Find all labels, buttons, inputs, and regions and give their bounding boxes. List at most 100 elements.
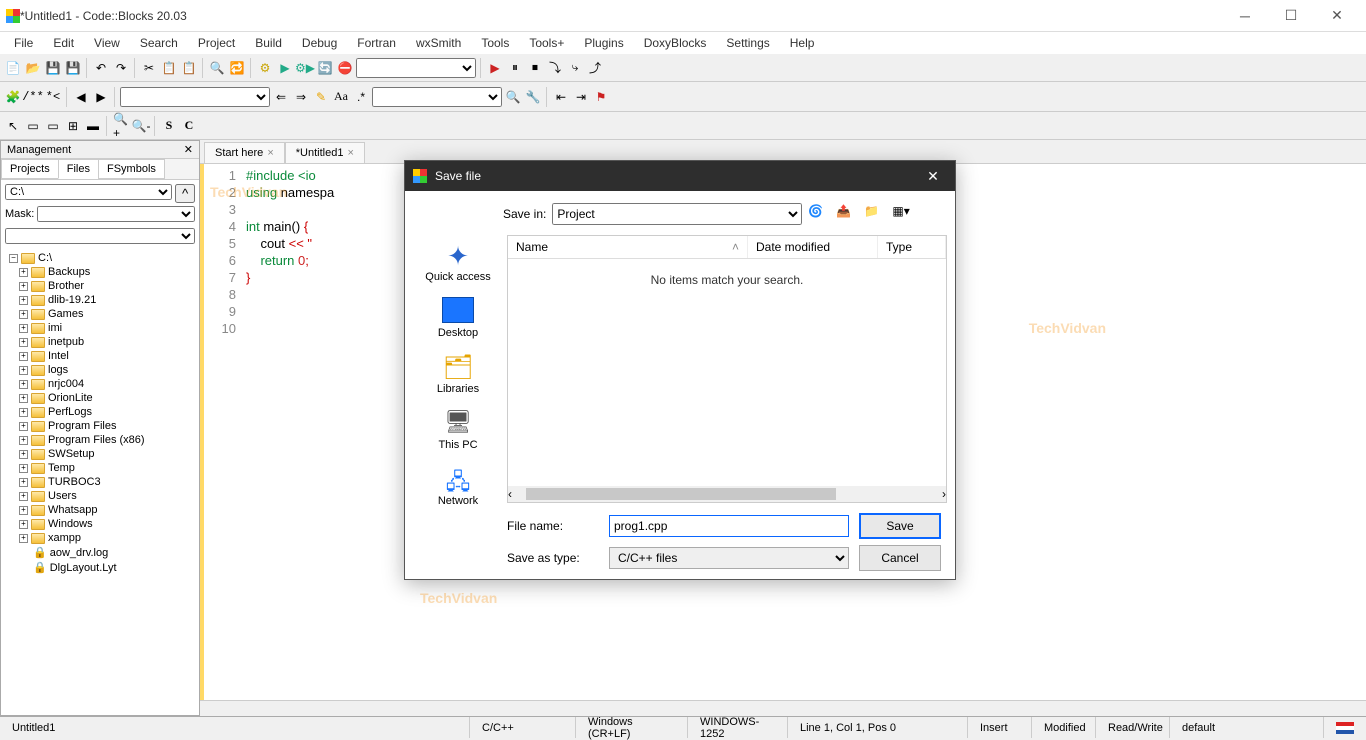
view-menu-icon[interactable]: ▦▾ [892,204,914,224]
new-file-icon[interactable]: 📄 [4,59,22,77]
step-out-icon[interactable]: ⤴ [586,59,604,77]
filter-select[interactable] [5,228,195,244]
expand-icon[interactable]: + [19,492,28,501]
step-over-icon[interactable]: ⤵ [546,59,564,77]
tree-folder[interactable]: +nrjc004 [5,377,195,391]
tree-folder[interactable]: +PerfLogs [5,405,195,419]
s-icon[interactable]: S [160,117,178,135]
tag-icon[interactable]: *< [44,88,62,106]
expand-icon[interactable]: + [19,296,28,305]
menu-plugins[interactable]: Plugins [574,34,633,52]
tree-folder[interactable]: +inetpub [5,335,195,349]
undo-icon[interactable]: ↶ [92,59,110,77]
settings-icon[interactable]: 🔧 [524,88,542,106]
menu-project[interactable]: Project [188,34,245,52]
redo-icon[interactable]: ↷ [112,59,130,77]
save-in-select[interactable]: Project [552,203,802,225]
debug-stop-icon[interactable]: ⏹ [526,59,544,77]
new-folder-icon[interactable]: 📁 [864,204,886,224]
tree-folder[interactable]: +Users [5,489,195,503]
pointer-icon[interactable]: ↖ [4,117,22,135]
place-desktop[interactable]: Desktop [413,297,503,339]
tree-folder[interactable]: +xampp [5,531,195,545]
comment-icon[interactable]: /** [24,88,42,106]
expand-icon[interactable]: + [19,478,28,487]
zoom-in-icon[interactable]: 🔍+ [112,117,130,135]
sizer-icon[interactable]: ⊞ [64,117,82,135]
tree-folder[interactable]: +Intel [5,349,195,363]
expand-icon[interactable]: + [19,436,28,445]
expand-icon[interactable]: + [19,268,28,277]
tree-folder[interactable]: +logs [5,363,195,377]
tree-root[interactable]: −C:\ [5,251,195,265]
close-icon[interactable]: × [347,147,353,159]
expand-icon[interactable]: + [19,380,28,389]
panel-close-icon[interactable]: ✕ [184,143,193,156]
menu-view[interactable]: View [84,34,130,52]
search-select[interactable] [372,87,502,107]
place-quick-access[interactable]: ✦Quick access [413,241,503,283]
maximize-button[interactable]: ☐ [1268,1,1314,31]
build-run-icon[interactable]: ⚙▶ [296,59,314,77]
replace-icon[interactable]: 🔁 [228,59,246,77]
col-name[interactable]: Name ˄ [508,236,748,258]
menu-debug[interactable]: Debug [292,34,347,52]
tab-fsymbols[interactable]: FSymbols [98,159,165,179]
zoom-search-icon[interactable]: 🔍 [504,88,522,106]
nav-up-icon[interactable]: 📤 [836,204,858,224]
file-list[interactable]: Name ˄ Date modified Type No items match… [507,235,947,503]
drive-up-button[interactable]: ^ [175,184,195,203]
tree-folder[interactable]: +Windows [5,517,195,531]
dialog-close-button[interactable]: ✕ [919,168,947,185]
menu-wxsmith[interactable]: wxSmith [406,34,471,52]
regex-icon[interactable]: .* [352,88,370,106]
close-icon[interactable]: × [267,147,273,159]
tree-folder[interactable]: +Program Files (x86) [5,433,195,447]
tab-projects[interactable]: Projects [1,159,59,179]
copy-icon[interactable]: 📋 [160,59,178,77]
prev-mark-icon[interactable]: ⇐ [272,88,290,106]
save-icon[interactable]: 💾 [44,59,62,77]
wizard-icon[interactable]: 🧩 [4,88,22,106]
tree-folder[interactable]: +Brother [5,279,195,293]
file-list-scrollbar[interactable]: ‹› [508,486,946,502]
menu-help[interactable]: Help [780,34,825,52]
expand-icon[interactable]: + [19,464,28,473]
tree-folder[interactable]: +Games [5,307,195,321]
code-editor[interactable]: #include <io using namespa int main() { … [242,164,338,700]
expand-icon[interactable]: + [19,352,28,361]
save-all-icon[interactable]: 💾 [64,59,82,77]
expand-icon[interactable]: + [19,506,28,515]
next-mark-icon[interactable]: ⇒ [292,88,310,106]
open-file-icon[interactable]: 📂 [24,59,42,77]
nav-back-icon[interactable]: ◀ [72,88,90,106]
status-lang-flag[interactable] [1324,717,1366,738]
close-button[interactable]: ✕ [1314,1,1360,31]
expand-icon[interactable]: + [19,324,28,333]
menu-doxyblocks[interactable]: DoxyBlocks [634,34,717,52]
expand-icon[interactable]: + [19,338,28,347]
expand-icon[interactable]: + [19,310,28,319]
debug-pause-icon[interactable]: ⏸ [506,59,524,77]
button-ctrl-icon[interactable]: ▬ [84,117,102,135]
menu-search[interactable]: Search [130,34,188,52]
tree-folder[interactable]: +Program Files [5,419,195,433]
save-button[interactable]: Save [859,513,941,539]
cancel-button[interactable]: Cancel [859,545,941,571]
bookmark-next-icon[interactable]: ⇥ [572,88,590,106]
place-this-pc[interactable]: 🖥This PC [413,409,503,451]
flag-icon[interactable]: ⚑ [592,88,610,106]
tree-folder[interactable]: +dlib-19.21 [5,293,195,307]
expand-icon[interactable]: + [19,520,28,529]
tab-untitled1[interactable]: *Untitled1× [285,142,365,163]
place-libraries[interactable]: 🗂Libraries [413,353,503,395]
expand-icon[interactable]: + [19,450,28,459]
scope-select[interactable] [120,87,270,107]
expand-icon[interactable]: + [19,282,28,291]
expand-icon[interactable]: + [19,366,28,375]
nav-back-icon[interactable]: 🌀 [808,204,830,224]
expand-icon[interactable]: + [19,408,28,417]
menu-build[interactable]: Build [245,34,292,52]
expand-icon[interactable]: + [19,394,28,403]
filename-input[interactable] [609,515,849,537]
